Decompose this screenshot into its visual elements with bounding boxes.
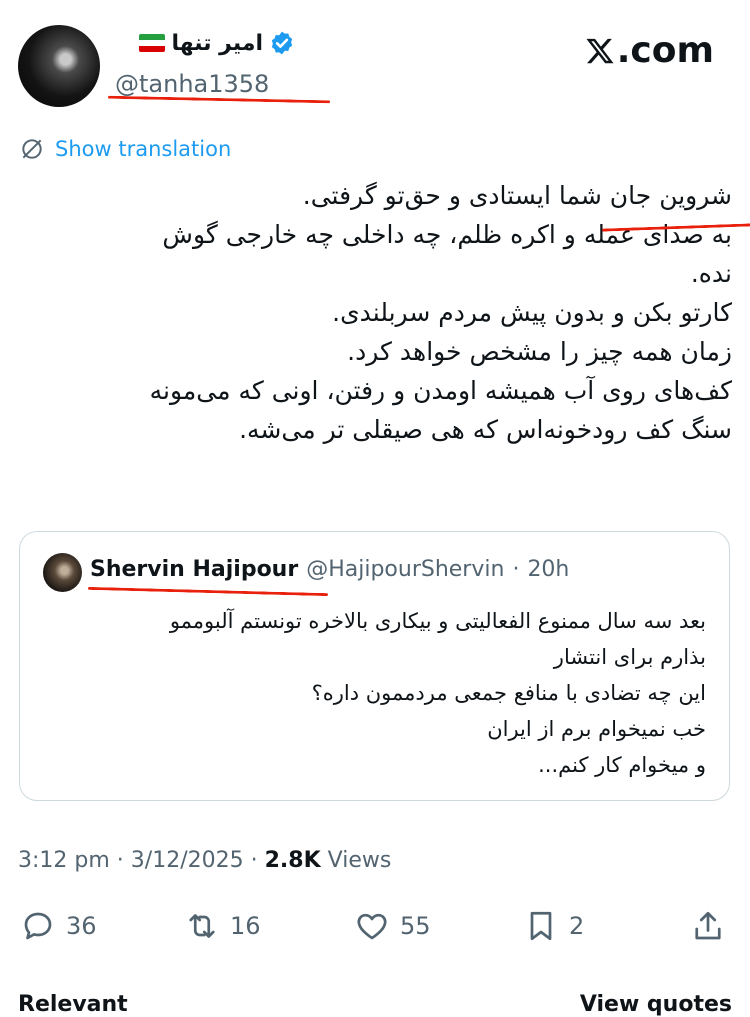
tweet-line: کف‌های روی آب همیشه اومدن و رفتن، اونی ک… bbox=[149, 376, 732, 405]
like-button[interactable]: 55 bbox=[354, 908, 431, 944]
quoted-time[interactable]: 20h bbox=[527, 557, 569, 582]
author-display-name[interactable]: امیر تنها bbox=[171, 31, 263, 56]
tweet-line: نده. bbox=[690, 259, 732, 288]
author-name-row[interactable]: امیر تنها bbox=[139, 30, 295, 56]
x-logo: .com bbox=[585, 30, 714, 71]
views-count: 2.8K bbox=[264, 848, 321, 873]
like-count: 55 bbox=[400, 912, 431, 940]
quoted-text: بعد سه سال ممنوع الفعالیتی و بیکاری بالا… bbox=[46, 603, 706, 783]
views-label: Views bbox=[327, 848, 392, 873]
quoted-header: Shervin Hajipour @HajipourShervin · 20h bbox=[90, 557, 569, 582]
verified-badge-icon bbox=[271, 31, 293, 55]
share-button[interactable] bbox=[690, 908, 726, 944]
show-translation-link[interactable]: Show translation bbox=[19, 136, 231, 162]
tweet-date[interactable]: 3/12/2025 bbox=[131, 848, 244, 873]
heart-icon bbox=[357, 913, 387, 940]
tweet-text: شروین جان شما ایستادی و حق‌تو گرفتی. به … bbox=[20, 176, 732, 449]
view-quotes-link[interactable]: View quotes bbox=[580, 992, 732, 1017]
bookmark-icon bbox=[530, 911, 552, 941]
quoted-display-name[interactable]: Shervin Hajipour bbox=[90, 557, 298, 582]
reply-button[interactable]: 36 bbox=[20, 908, 97, 944]
separator: · bbox=[250, 848, 258, 873]
tweet-time[interactable]: 3:12 pm bbox=[18, 848, 110, 873]
quoted-line: خب نمیخوام برم از ایران bbox=[487, 717, 706, 741]
reply-count: 36 bbox=[66, 912, 97, 940]
author-handle[interactable]: @tanha1358 bbox=[115, 70, 269, 98]
tweet-line: شروین جان شما ایستادی و حق‌تو گرفتی. bbox=[302, 181, 732, 210]
repost-count: 16 bbox=[230, 912, 261, 940]
quoted-line: بذارم برای انتشار bbox=[553, 645, 706, 669]
bookmark-button[interactable]: 2 bbox=[523, 908, 584, 944]
separator: · bbox=[512, 557, 520, 582]
repost-button[interactable]: 16 bbox=[184, 908, 261, 944]
quoted-avatar[interactable] bbox=[43, 553, 82, 592]
bookmark-count: 2 bbox=[569, 912, 585, 940]
tweet-meta: 3:12 pm · 3/12/2025 · 2.8K Views bbox=[18, 848, 391, 873]
show-translation-label[interactable]: Show translation bbox=[55, 137, 231, 161]
tweet-line: کارتو بکن و بدون پیش مردم سربلندی. bbox=[332, 298, 732, 327]
tweet-line: به صدای عمله و اکره ظلم، چه داخلی چه خار… bbox=[162, 220, 732, 249]
separator: · bbox=[116, 848, 124, 873]
tweet-line: سنگ کف رودخونه‌اس که هی صیقلی تر می‌شه. bbox=[239, 415, 732, 444]
translate-icon bbox=[22, 139, 42, 159]
quoted-line: و میخوام کار کنم... bbox=[538, 753, 706, 777]
iran-flag-icon bbox=[139, 34, 166, 52]
quoted-line: بعد سه سال ممنوع الفعالیتی و بیکاری بالا… bbox=[169, 609, 706, 633]
logo-text: .com bbox=[616, 30, 714, 71]
relevant-sort-button[interactable]: Relevant bbox=[18, 992, 128, 1017]
bottom-bar: Relevant View quotes bbox=[18, 992, 732, 1017]
reply-icon bbox=[24, 912, 52, 940]
avatar[interactable] bbox=[18, 25, 100, 107]
quoted-line: این چه تضادی با منافع جمعی مردممون داره؟ bbox=[311, 681, 706, 705]
quoted-handle[interactable]: @HajipourShervin bbox=[306, 557, 504, 582]
action-bar: 36 16 55 2 bbox=[0, 908, 750, 958]
repost-icon bbox=[189, 914, 215, 938]
x-logo-icon bbox=[586, 38, 614, 63]
tweet-line: زمان همه چیز را مشخص خواهد کرد. bbox=[347, 337, 732, 366]
share-icon bbox=[695, 911, 721, 940]
